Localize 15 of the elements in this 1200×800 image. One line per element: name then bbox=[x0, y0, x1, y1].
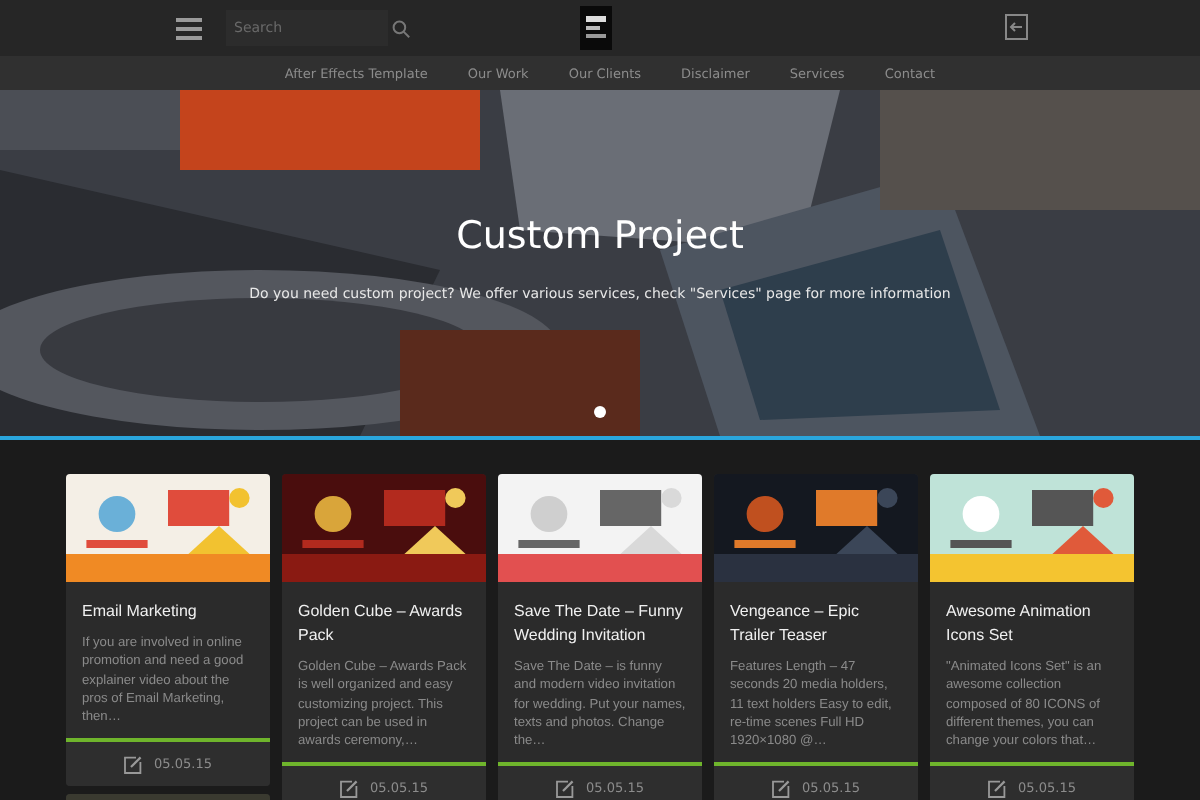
hero-title: Custom Project bbox=[456, 214, 744, 258]
search-icon[interactable] bbox=[392, 19, 410, 37]
edit-icon bbox=[124, 755, 143, 774]
edit-icon bbox=[988, 779, 1007, 798]
menu-icon[interactable] bbox=[176, 17, 202, 39]
edit-icon bbox=[340, 779, 359, 798]
card-title[interactable]: Save The Date – Funny Wedding Invitation bbox=[514, 600, 686, 648]
card-title[interactable]: Golden Cube – Awards Pack bbox=[298, 600, 470, 648]
edit-icon bbox=[556, 779, 575, 798]
card-title[interactable]: Vengeance – Epic Trailer Teaser bbox=[730, 600, 902, 648]
login-icon[interactable] bbox=[1004, 14, 1028, 40]
logo-icon[interactable] bbox=[580, 6, 612, 50]
edit-icon bbox=[772, 779, 791, 798]
card-title[interactable]: Awesome Animation Icons Set bbox=[946, 600, 1118, 648]
card-title[interactable]: Email Marketing bbox=[82, 600, 254, 624]
